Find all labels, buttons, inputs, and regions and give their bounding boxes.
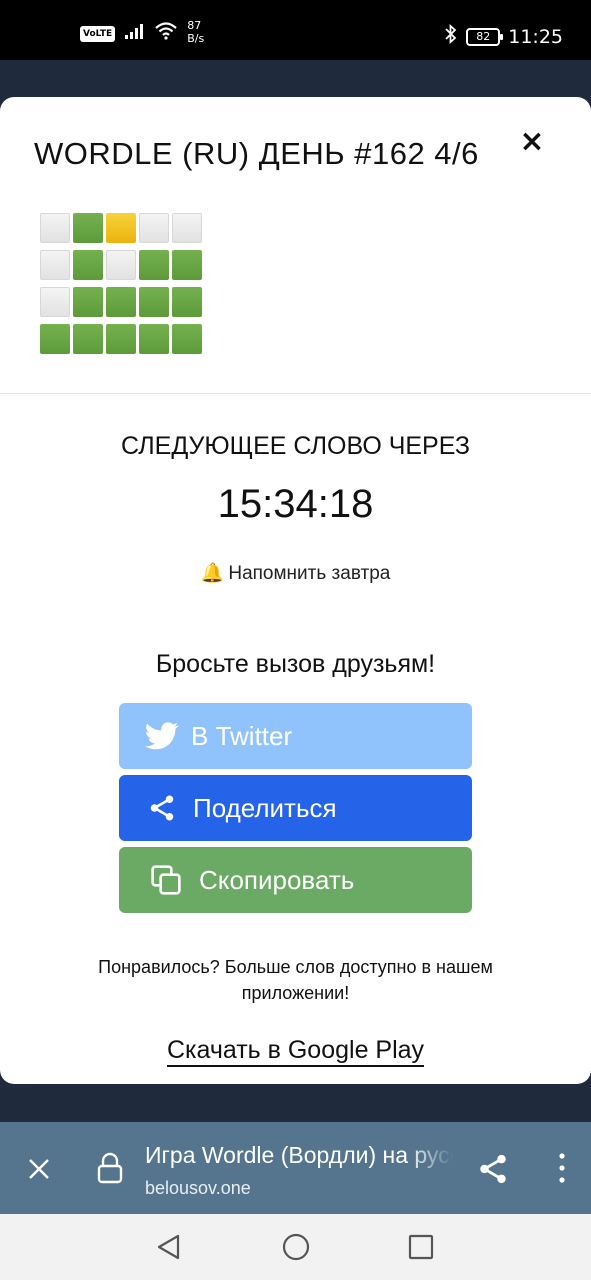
net-speed: 87 B/s [187, 19, 204, 45]
tile-correct [73, 324, 103, 354]
countdown-timer: 15:34:18 [217, 482, 374, 526]
more-options-icon[interactable] [550, 1150, 574, 1186]
grid-row [40, 324, 202, 354]
twitter-button[interactable]: В Twitter [119, 703, 472, 769]
tile-correct [139, 287, 169, 317]
net-speed-value: 87 [187, 18, 202, 32]
tile-correct [106, 287, 136, 317]
tile-correct [139, 324, 169, 354]
tile-correct [73, 287, 103, 317]
copy-button-label: Скопировать [199, 864, 355, 895]
clock: 11:25 [508, 25, 563, 48]
tile-correct [139, 250, 169, 280]
tile-correct [73, 250, 103, 280]
page-url[interactable]: belousov.one [145, 1178, 251, 1199]
twitter-button-label: В Twitter [191, 720, 293, 751]
page-title[interactable]: Игра Wordle (Вордли) на русском [145, 1142, 453, 1169]
tile-absent [172, 213, 202, 243]
battery-icon: 82 [466, 27, 504, 46]
result-grid [40, 213, 202, 361]
close-icon[interactable] [26, 1156, 52, 1187]
tile-absent [40, 287, 70, 317]
tile-absent [106, 250, 136, 280]
signal-icon [125, 23, 145, 44]
status-right: 82 11:25 [444, 23, 563, 49]
tile-correct [172, 324, 202, 354]
volte-icon: VoLTE [80, 25, 116, 42]
recent-apps-icon[interactable] [408, 1234, 434, 1265]
home-icon[interactable] [281, 1232, 311, 1267]
navigation-bar [0, 1214, 591, 1280]
promo-text: Понравилось? Больше слов доступно в наше… [98, 957, 493, 1003]
tile-absent [40, 250, 70, 280]
share-button[interactable]: Поделиться [119, 775, 472, 841]
tile-correct [172, 287, 202, 317]
next-word-label: СЛЕДУЮЩЕЕ СЛОВО ЧЕРЕЗ [121, 432, 470, 460]
bluetooth-icon [444, 23, 458, 49]
close-button[interactable]: × [516, 124, 548, 160]
remind-label: Напомнить завтра [228, 563, 391, 584]
tile-absent [139, 213, 169, 243]
share-button-label: Поделиться [193, 792, 337, 823]
divider [0, 393, 591, 394]
google-play-link[interactable]: Скачать в Google Play [0, 1036, 591, 1067]
status-left: VoLTE 87 B/s [80, 19, 204, 45]
tile-absent [40, 213, 70, 243]
tile-correct [40, 324, 70, 354]
bell-icon: 🔔 [200, 563, 225, 584]
modal-title: WORDLE (RU) ДЕНЬ #162 4/6 [34, 136, 479, 171]
remind-tomorrow-link[interactable]: 🔔 Напомнить завтра [0, 561, 591, 585]
challenge-heading: Бросьте вызов друзьям! [155, 650, 436, 678]
tile-correct [73, 213, 103, 243]
google-play-link-label: Скачать в Google Play [166, 1036, 425, 1067]
grid-row [40, 287, 202, 317]
copy-icon [149, 863, 183, 897]
status-bar: VoLTE 87 B/s 82 11:25 [0, 0, 591, 60]
tile-present [106, 213, 136, 243]
wifi-icon [155, 22, 177, 45]
share-icon [145, 791, 179, 825]
back-icon[interactable] [154, 1232, 184, 1267]
copy-button[interactable]: Скопировать [119, 847, 472, 913]
lock-icon[interactable] [96, 1152, 124, 1189]
grid-row [40, 213, 202, 243]
browser-bar: Игра Wordle (Вордли) на русском belousov… [0, 1122, 591, 1214]
net-speed-unit: B/s [187, 31, 205, 45]
grid-row [40, 250, 202, 280]
tile-correct [106, 324, 136, 354]
twitter-icon [145, 719, 179, 753]
share-icon[interactable] [476, 1152, 510, 1191]
tile-correct [172, 250, 202, 280]
